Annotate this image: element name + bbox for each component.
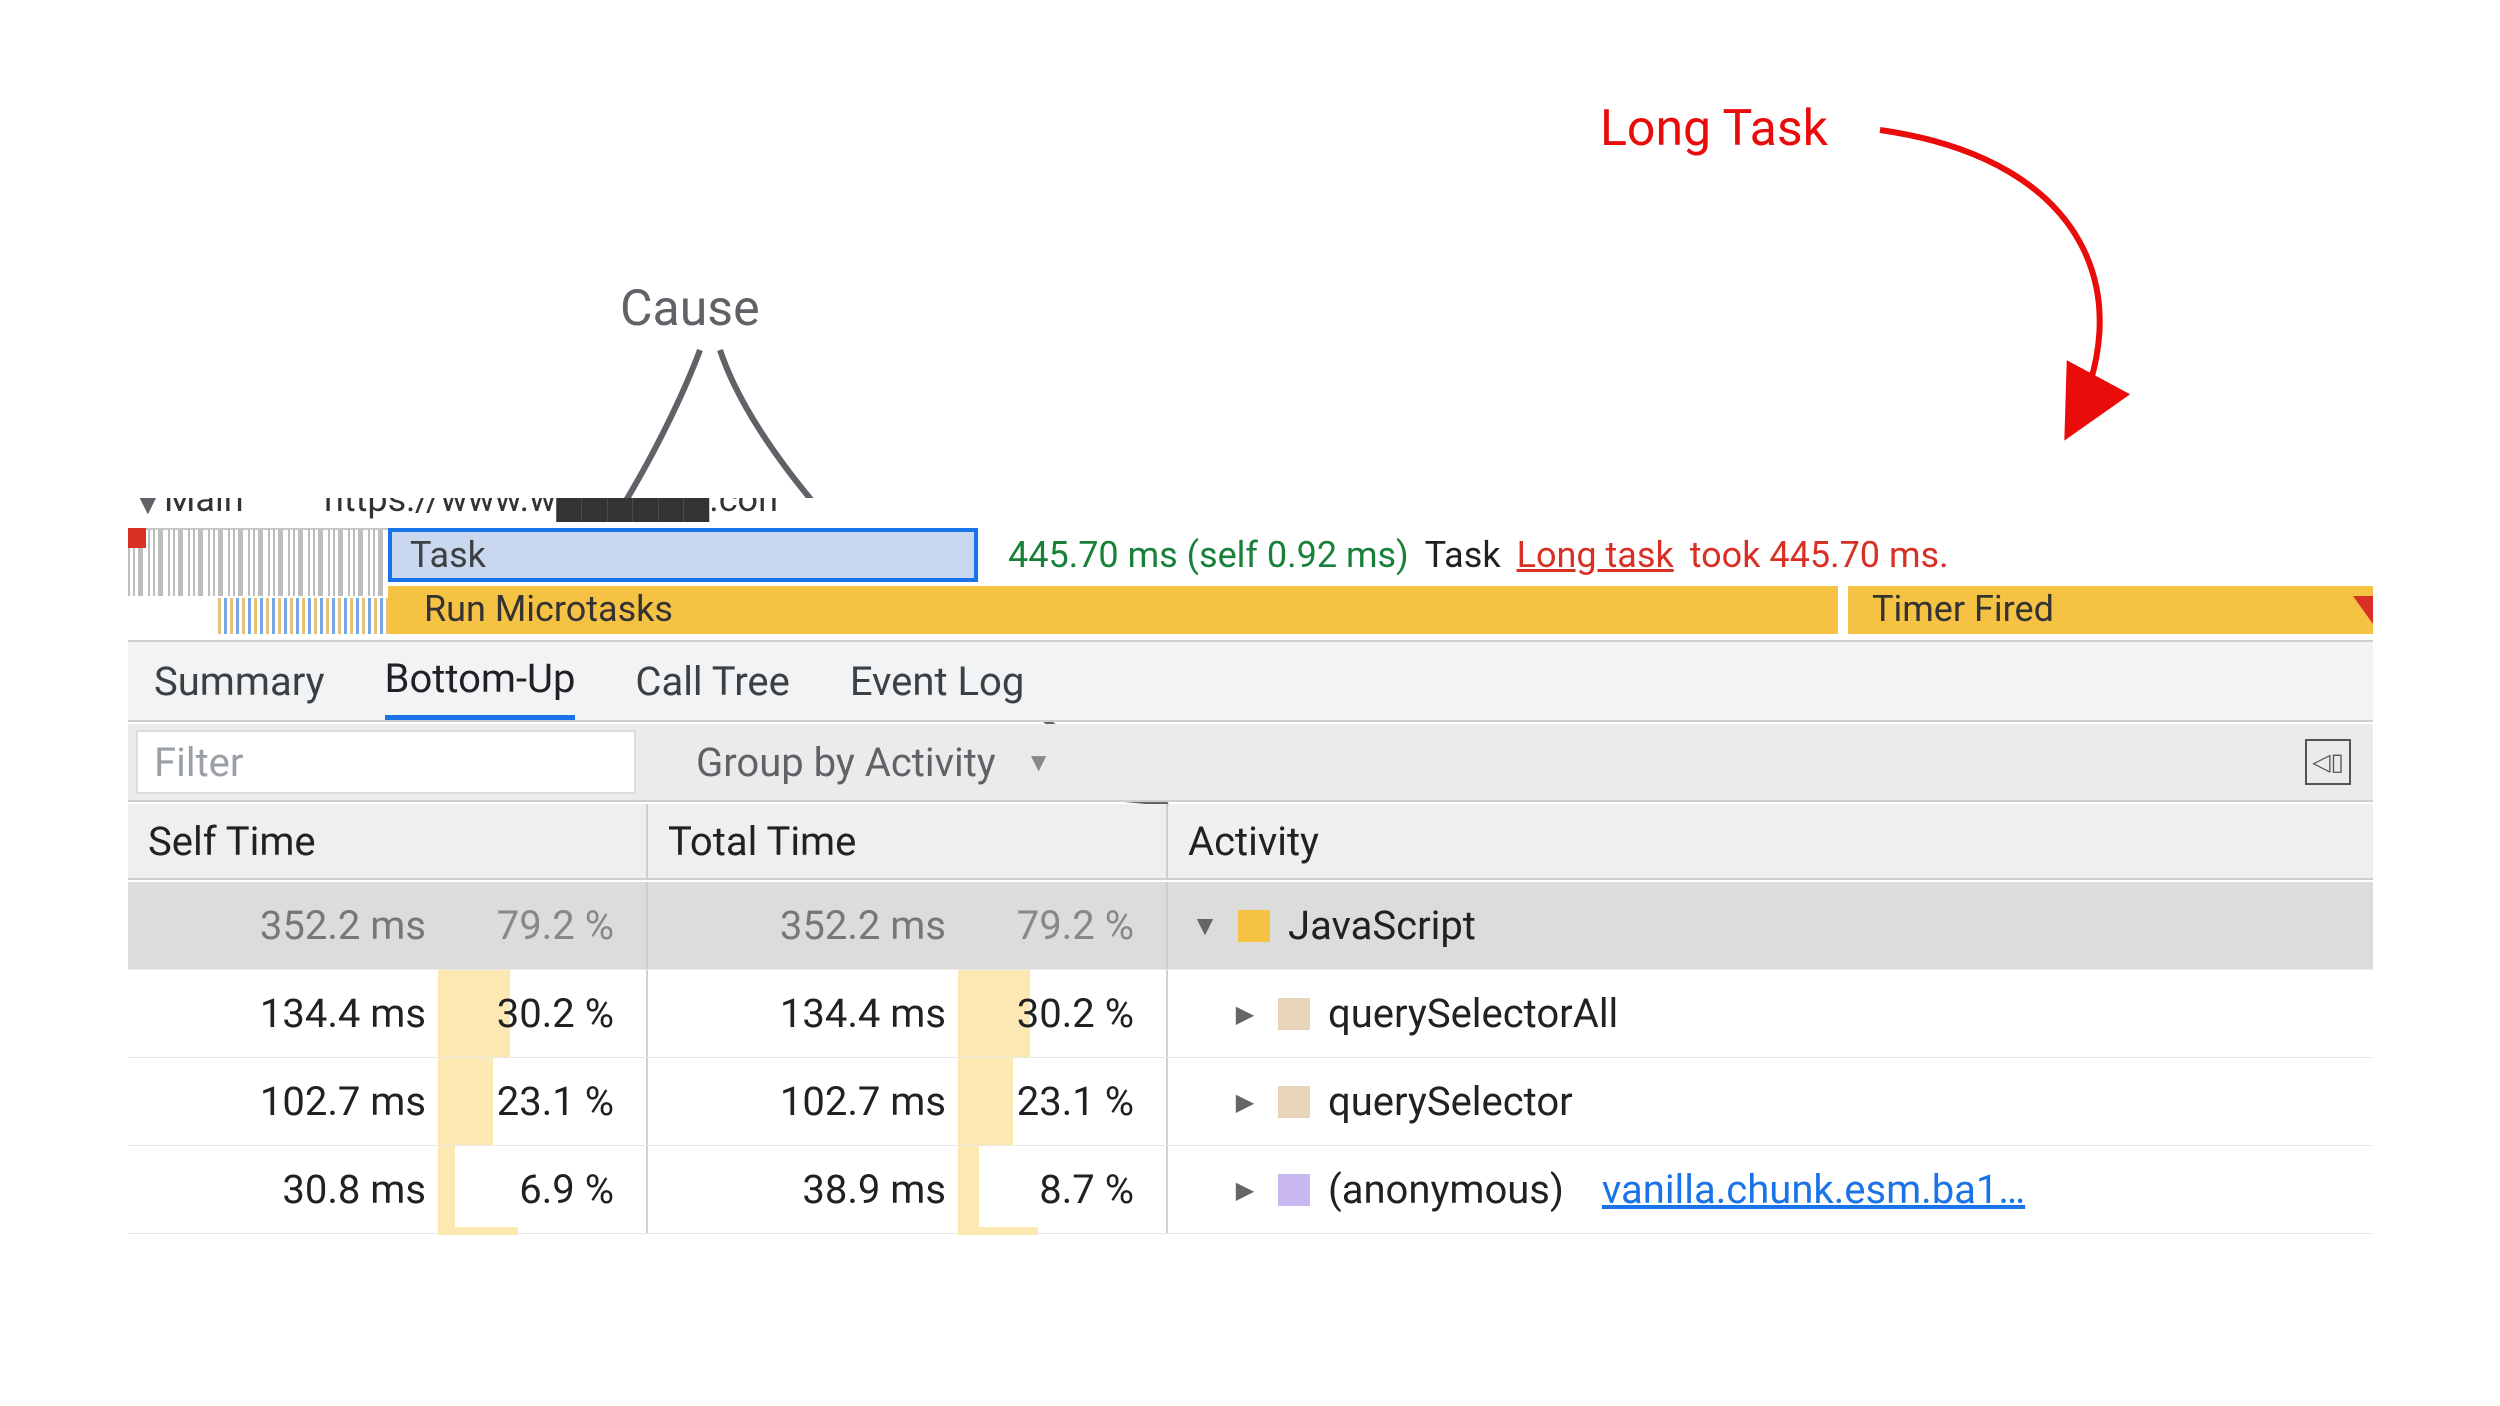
expand-down-icon[interactable]: ▼ [1190, 909, 1220, 942]
total-time-value: 102.7 ms [648, 1078, 958, 1125]
activity-color-icon [1278, 1086, 1310, 1118]
self-pct-cell: 23.1 % [438, 1058, 628, 1145]
self-time-value: 352.2 ms [128, 902, 438, 949]
task-bar-label: Task [410, 534, 486, 576]
task-bar-selected[interactable]: Task [388, 528, 978, 582]
annotation-long-task: Long Task [1600, 100, 1828, 158]
activity-name: querySelectorAll [1328, 990, 1618, 1037]
activity-name: JavaScript [1288, 902, 1476, 949]
long-task-suffix: took 445.70 ms. [1690, 534, 1949, 576]
overflow-bar [958, 1227, 1038, 1235]
expand-right-icon[interactable]: ▶ [1230, 1176, 1260, 1204]
activity-name: (anonymous) [1328, 1166, 1564, 1213]
timer-fired-label: Timer Fired [1872, 588, 2212, 632]
expand-right-icon[interactable]: ▶ [1230, 1000, 1260, 1028]
self-pct-value: 30.2 % [497, 990, 614, 1037]
main-thread-url: https://www.w██████.con [324, 498, 778, 520]
total-pct-bar [958, 1058, 1013, 1145]
flamechart-strip: ▼ Main https://www.w██████.con Task 445.… [128, 498, 2373, 642]
annotation-cause: Cause [620, 280, 760, 338]
header-activity[interactable]: Activity [1168, 804, 2373, 878]
activity-color-icon [1278, 998, 1310, 1030]
self-pct-cell: 79.2 % [438, 882, 628, 969]
self-pct-value: 23.1 % [497, 1078, 614, 1125]
main-expand-icon[interactable]: ▼ [134, 498, 162, 521]
self-pct-bar [438, 1058, 493, 1145]
filter-toolbar: Filter Group by Activity ▼ ◁▯ [128, 724, 2373, 802]
header-self-time[interactable]: Self Time [128, 804, 648, 878]
self-time-value: 134.4 ms [128, 990, 438, 1037]
expand-right-icon[interactable]: ▶ [1230, 1088, 1260, 1116]
long-task-marker-left [128, 528, 146, 548]
activity-color-icon [1238, 910, 1270, 942]
self-pct-bar [438, 1146, 455, 1233]
mini-frames-strip [128, 528, 388, 596]
self-time-value: 102.7 ms [128, 1078, 438, 1125]
total-pct-value: 23.1 % [1017, 1078, 1134, 1125]
long-task-marker-right [2353, 596, 2373, 624]
total-pct-cell: 8.7 % [958, 1146, 1148, 1233]
table-row[interactable]: 352.2 ms 79.2 % 352.2 ms 79.2 % ▼ JavaScript [128, 882, 2373, 970]
tab-summary[interactable]: Summary [154, 642, 325, 720]
activity-name: querySelector [1328, 1078, 1573, 1125]
total-pct-cell: 23.1 % [958, 1058, 1148, 1145]
table-row[interactable]: 134.4 ms 30.2 % 134.4 ms 30.2 % ▶ querySelect… [128, 970, 2373, 1058]
total-time-value: 38.9 ms [648, 1166, 958, 1213]
total-pct-cell: 30.2 % [958, 970, 1148, 1057]
mini-frames-strip-2 [218, 598, 388, 634]
tab-bottom-up[interactable]: Bottom-Up [385, 642, 576, 720]
chevron-down-icon: ▼ [1026, 747, 1052, 778]
activity-color-icon [1278, 1174, 1310, 1206]
total-time-value: 134.4 ms [648, 990, 958, 1037]
overflow-bar [438, 1227, 518, 1235]
self-pct-cell: 30.2 % [438, 970, 628, 1057]
self-pct-value: 79.2 % [497, 902, 614, 949]
toggle-sidebar-icon[interactable]: ◁▯ [2305, 739, 2351, 785]
table-row[interactable]: 102.7 ms 23.1 % 102.7 ms 23.1 % ▶ querySelect… [128, 1058, 2373, 1146]
source-link[interactable]: vanilla.chunk.esm.ba1… [1602, 1166, 2025, 1213]
self-pct-value: 6.9 % [519, 1166, 614, 1213]
details-tabs: Summary Bottom-Up Call Tree Event Log [128, 640, 2373, 722]
group-by-dropdown[interactable]: Group by Activity ▼ [696, 739, 1051, 786]
task-duration-green: 445.70 ms (self 0.92 ms) [1008, 534, 1409, 576]
tab-call-tree[interactable]: Call Tree [635, 642, 789, 720]
filter-input[interactable]: Filter [136, 730, 636, 794]
header-total-time[interactable]: Total Time [648, 804, 1168, 878]
total-time-value: 352.2 ms [648, 902, 958, 949]
task-label-black: Task [1425, 534, 1501, 576]
column-headers: Self Time Total Time Activity [128, 804, 2373, 880]
long-task-link[interactable]: Long task [1517, 534, 1674, 576]
tab-event-log[interactable]: Event Log [850, 642, 1024, 720]
group-by-label: Group by Activity [696, 739, 996, 786]
main-thread-label: Main [164, 498, 244, 520]
table-row[interactable]: 30.8 ms 6.9 % 38.9 ms 8.7 % ▶ (anonymous) vani… [128, 1146, 2373, 1234]
total-pct-value: 8.7 % [1039, 1166, 1134, 1213]
bottom-up-rows: 352.2 ms 79.2 % 352.2 ms 79.2 % ▼ JavaScript 1… [128, 882, 2373, 1234]
self-time-value: 30.8 ms [128, 1166, 438, 1213]
self-pct-cell: 6.9 % [438, 1146, 628, 1233]
microtasks-label: Run Microtasks [424, 588, 804, 632]
total-pct-cell: 79.2 % [958, 882, 1148, 969]
total-pct-value: 79.2 % [1017, 902, 1134, 949]
total-pct-value: 30.2 % [1017, 990, 1134, 1037]
total-pct-bar [958, 1146, 979, 1233]
